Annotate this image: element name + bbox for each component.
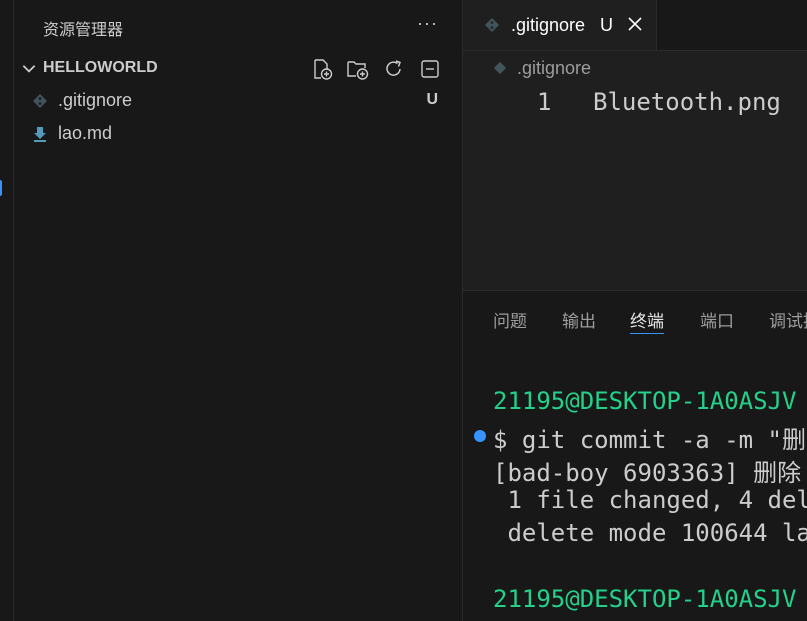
- tab-status: U: [600, 15, 613, 35]
- command-decoration-dot[interactable]: [474, 430, 486, 442]
- workspace-section-header[interactable]: HELLOWORLD: [14, 54, 462, 82]
- activity-bar-edge: [0, 0, 14, 621]
- terminal-output-line: delete mode 100644 lao: [493, 519, 807, 547]
- tab-label: .gitignore: [511, 15, 586, 35]
- file-item-gitignore[interactable]: .gitignore U: [14, 85, 462, 117]
- terminal-prompt: 21195@DESKTOP-1A0ASJV: [493, 585, 797, 613]
- breadcrumb[interactable]: .gitignore: [493, 58, 591, 79]
- git-file-icon: [493, 61, 507, 75]
- terminal-prompt: 21195@DESKTOP-1A0ASJV: [493, 387, 797, 415]
- git-file-icon: [33, 94, 47, 108]
- explorer-title: 资源管理器: [43, 22, 124, 39]
- vscode-window: 资源管理器 ··· HELLOWORLD .gitignore U lao.md…: [0, 0, 807, 621]
- tab-terminal[interactable]: 终端: [630, 307, 664, 334]
- tab-output[interactable]: 输出: [562, 307, 596, 332]
- new-file-icon[interactable]: [310, 57, 334, 81]
- close-icon[interactable]: [625, 14, 645, 34]
- tab-gitignore[interactable]: .gitignore U: [463, 0, 657, 50]
- bottom-panel: 问题 输出 终端 端口 调试控制台 21195@DESKTOP-1A0ASJV …: [463, 290, 807, 621]
- terminal-output-line: [bad-boy 6903363] 删除: [493, 459, 802, 487]
- file-name: lao.md: [58, 123, 113, 143]
- line-text[interactable]: Bluetooth.png: [593, 88, 781, 116]
- tab-ports[interactable]: 端口: [700, 307, 734, 332]
- tab-problems[interactable]: 问题: [493, 307, 527, 332]
- file-item-lao-md[interactable]: lao.md: [14, 118, 462, 150]
- editor-tab-bar: .gitignore U: [463, 0, 807, 51]
- line-number: 1: [537, 88, 552, 116]
- terminal-output-line: 1 file changed, 4 deletions(-): [507, 486, 807, 514]
- markdown-download-icon: [34, 127, 46, 142]
- editor-group: .gitignore U .gitignore 1 Bluetooth.png: [463, 0, 807, 290]
- breadcrumb-item: .gitignore: [517, 58, 592, 78]
- code-line[interactable]: 1 Bluetooth.png: [463, 88, 807, 122]
- git-file-icon: [485, 18, 499, 32]
- refresh-icon[interactable]: [382, 57, 406, 81]
- git-status-badge: U: [426, 91, 438, 108]
- new-folder-icon[interactable]: [346, 57, 370, 81]
- more-actions-icon[interactable]: ···: [417, 13, 438, 34]
- terminal-command: $ git commit -a -m "删除: [493, 426, 807, 454]
- file-name: .gitignore: [58, 90, 133, 110]
- active-indicator: [0, 180, 2, 196]
- explorer-sidebar: 资源管理器 ··· HELLOWORLD .gitignore U lao.md: [14, 0, 463, 621]
- collapse-all-icon[interactable]: [418, 57, 442, 81]
- workspace-name: HELLOWORLD: [43, 59, 158, 76]
- tab-debug-console[interactable]: 调试控制台: [769, 307, 807, 332]
- chevron-down-icon: [22, 65, 36, 73]
